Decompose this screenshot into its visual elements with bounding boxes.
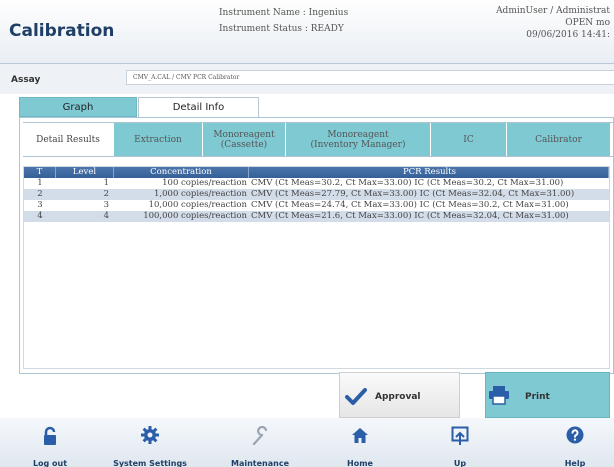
wrench-icon	[252, 426, 268, 446]
cell-t: 3	[37, 200, 43, 210]
cell-t: 4	[37, 211, 43, 221]
help-icon	[566, 426, 584, 444]
gear-icon	[141, 426, 159, 444]
print-label: Print	[525, 392, 550, 402]
col-header-concentration[interactable]: Concentration	[114, 167, 249, 178]
up-icon	[451, 426, 469, 445]
checkmark-icon	[345, 388, 367, 405]
table-row[interactable]: 4 4 100,000 copies/reaction CMV (Ct Meas…	[24, 211, 609, 222]
tab-graph[interactable]: Graph	[19, 97, 137, 117]
assay-label: Assay	[11, 75, 41, 85]
instrument-name: Instrument Name : Ingenius	[219, 8, 349, 18]
logout-button[interactable]: Log out	[20, 418, 80, 467]
page-title: Calibration	[9, 21, 115, 41]
subtab-monoreagent-cassette[interactable]: Monoreagent (Cassette)	[203, 123, 286, 156]
system-settings-label: System Settings	[113, 459, 187, 467]
maintenance-label: Maintenance	[230, 459, 289, 467]
cell-t: 1	[37, 178, 43, 188]
assay-row: Assay CMV_A.CAL / CMV PCR Calibrator	[0, 64, 614, 94]
cell-level: 2	[103, 189, 109, 199]
mode-info: OPEN mo	[565, 18, 610, 28]
printer-icon	[489, 386, 509, 405]
col-header-t[interactable]: T	[24, 167, 56, 178]
cell-concentration: 100 copies/reaction	[162, 178, 247, 188]
lock-icon	[44, 426, 56, 445]
home-label: Home	[347, 459, 373, 467]
print-button[interactable]: Print	[485, 372, 610, 418]
cell-pcr-results: CMV (Ct Meas=21.6, Ct Max=33.00) IC (Ct …	[251, 211, 569, 221]
home-icon	[352, 428, 368, 443]
approval-button[interactable]: Approval	[339, 372, 460, 418]
col-header-pcr-results[interactable]: PCR Results	[249, 167, 609, 178]
tab-detail-info[interactable]: Detail Info	[138, 97, 259, 118]
system-settings-button[interactable]: System Settings	[110, 418, 190, 467]
datetime: 09/06/2016 14:41:	[526, 30, 610, 40]
table-header: T Level Concentration PCR Results	[24, 167, 609, 178]
cell-concentration: 10,000 copies/reaction	[148, 200, 247, 210]
cell-pcr-results: CMV (Ct Meas=30.2, Ct Max=33.00) IC (Ct …	[251, 178, 564, 188]
header-bar: Calibration Instrument Name : Ingenius I…	[0, 0, 614, 64]
cell-pcr-results: CMV (Ct Meas=24.74, Ct Max=33.00) IC (Ct…	[251, 200, 569, 210]
subtab-bar: Detail Results Extraction Monoreagent (C…	[23, 122, 613, 157]
subtab-ic[interactable]: IC	[431, 123, 507, 156]
maintenance-button[interactable]: Maintenance	[225, 418, 295, 467]
assay-field[interactable]: CMV_A.CAL / CMV PCR Calibrator	[126, 70, 614, 85]
results-table: T Level Concentration PCR Results 1 1 10…	[23, 166, 610, 369]
cell-concentration: 100,000 copies/reaction	[143, 211, 247, 221]
col-header-level[interactable]: Level	[56, 167, 114, 178]
subtab-calibrator[interactable]: Calibrator	[507, 123, 611, 156]
approval-label: Approval	[375, 392, 421, 402]
subtab-extraction[interactable]: Extraction	[114, 123, 203, 156]
table-row[interactable]: 3 3 10,000 copies/reaction CMV (Ct Meas=…	[24, 200, 609, 211]
detail-info-panel: Detail Results Extraction Monoreagent (C…	[19, 117, 614, 374]
user-info: AdminUser / Administrat	[496, 6, 610, 16]
cell-level: 3	[103, 200, 109, 210]
home-button[interactable]: Home	[335, 418, 385, 467]
subtab-detail-results[interactable]: Detail Results	[23, 123, 114, 156]
cell-level: 4	[103, 211, 109, 221]
help-button[interactable]: Help	[550, 418, 600, 467]
cell-pcr-results: CMV (Ct Meas=27.79, Ct Max=33.00) IC (Ct…	[251, 189, 575, 199]
cell-t: 2	[37, 189, 43, 199]
subtab-monoreagent-inventory[interactable]: Monoreagent (Inventory Manager)	[286, 123, 431, 156]
cell-concentration: 1,000 copies/reaction	[154, 189, 247, 199]
up-label: Up	[453, 459, 467, 467]
footer-bar: Log out System Settings Maintenance Home	[0, 418, 614, 467]
logout-label: Log out	[32, 459, 68, 467]
table-row[interactable]: 1 1 100 copies/reaction CMV (Ct Meas=30.…	[24, 178, 609, 189]
up-button[interactable]: Up	[440, 418, 480, 467]
table-row[interactable]: 2 2 1,000 copies/reaction CMV (Ct Meas=2…	[24, 189, 609, 200]
help-label: Help	[564, 459, 586, 467]
instrument-status: Instrument Status : READY	[219, 24, 344, 34]
cell-level: 1	[103, 178, 109, 188]
